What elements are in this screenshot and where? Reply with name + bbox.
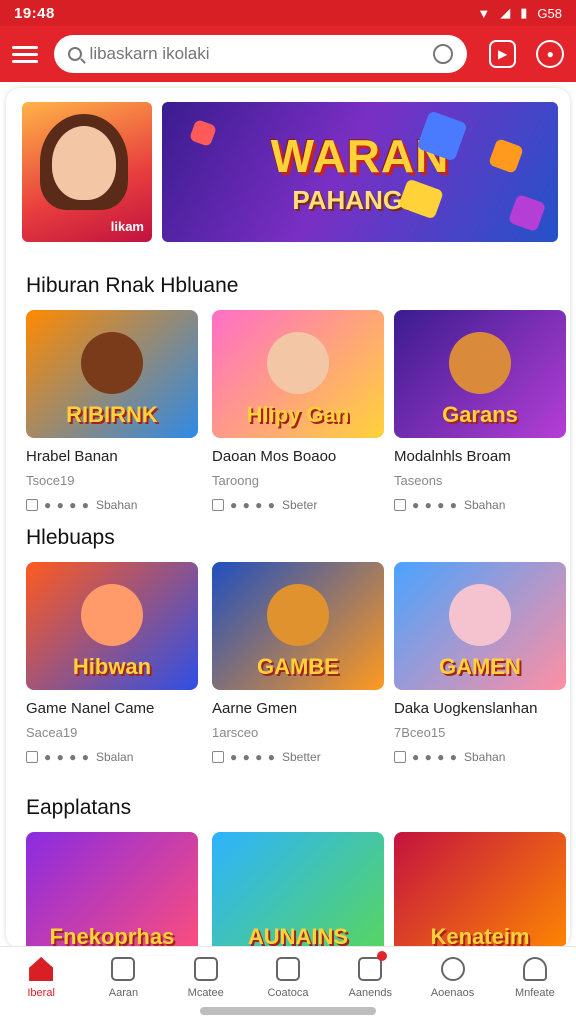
play-icon[interactable]: ▶ [488,40,517,68]
game-meta: ● ● ● ● Sbahan [394,498,566,512]
game-thumbnail: Hlipy Gan [212,310,384,438]
game-meta: ● ● ● ● Sbeter [212,498,384,512]
game-card[interactable]: RIBIRNK Hrabel Banan Tsoce19 ● ● ● ● Sbah… [26,310,198,512]
wifi-icon: ▼ [477,5,491,21]
home-icon [29,957,54,981]
nav-profile[interactable]: Mnfeate [494,947,576,1024]
search-input[interactable] [89,44,433,64]
notification-icon [358,957,383,981]
status-bar: 19:48 ▼ ◢ ▮ G58 [0,0,576,26]
menu-icon[interactable] [12,41,38,67]
check-icon [26,751,38,763]
check-icon [26,499,38,511]
game-thumbnail: Garans [394,310,566,438]
check-icon [394,499,406,511]
game-meta: ● ● ● ● Sbetter [212,750,384,764]
game-thumbnail: GAMEN [394,562,566,690]
game-subtitle: Taseons [394,473,443,488]
search-icon [440,957,465,981]
gamepad-icon[interactable]: ● [536,40,564,68]
section-title: Hlebuaps [26,526,115,549]
featured-tile[interactable]: likam [22,102,152,242]
game-card[interactable]: GAMBE Aarne Gmen 1arsceo ● ● ● ● Sbetter [212,562,384,764]
game-meta: ● ● ● ● Sbahan [26,498,198,512]
search-bar[interactable] [53,35,467,73]
avatar-illustration [52,126,116,200]
section-title: Eapplatans [26,796,132,819]
game-title: Hrabel Banan [26,448,118,465]
heart-icon [193,957,218,981]
home-indicator[interactable] [200,1007,376,1015]
battery-icon: ▮ [520,5,528,20]
game-meta: ● ● ● ● Sbalan [26,750,198,764]
check-icon [212,499,224,511]
nav-store[interactable]: Aaran [82,947,164,1024]
checklist-icon [275,957,300,981]
game-card[interactable]: Hibwan Game Nanel Came Sacea19 ● ● ● ● Sb… [26,562,198,764]
game-card[interactable]: Hlipy Gan Daoan Mos Boaoo Taroong ● ● ● … [212,310,384,512]
game-card[interactable]: Fnekoprhas [26,832,198,948]
game-title: Daka Uogkenslanhan [394,700,538,717]
game-subtitle: 1arsceo [212,725,259,740]
game-subtitle: Taroong [212,473,259,488]
main-content: likam WARAN PAHANGIS Hiburan Rnak Hbluan… [6,88,570,948]
check-icon [212,751,224,763]
game-card[interactable]: AUNAINS [212,832,384,948]
game-subtitle: Tsoce19 [26,473,75,488]
game-card[interactable]: Garans Modalnhls Broam Taseons ● ● ● ● Sb… [394,310,566,512]
game-thumbnail: Kenateim [394,832,566,948]
signal-icon: ◢ [500,5,511,20]
check-icon [394,751,406,763]
notification-badge [377,951,388,961]
profile-icon [522,957,547,981]
featured-tile-label: likam [110,219,144,234]
status-time: 19:48 [14,4,55,22]
game-thumbnail: RIBIRNK [26,310,198,438]
search-icon [67,47,82,61]
game-thumbnail: AUNAINS [212,832,384,948]
game-card[interactable]: GAMEN Daka Uogkenslanhan 7Bceo15 ● ● ● ●… [394,562,566,764]
game-thumbnail: Hibwan [26,562,198,690]
nav-search[interactable]: Aoenaos [411,947,493,1024]
game-subtitle: 7Bceo15 [394,725,446,740]
game-thumbnail: Fnekoprhas [26,832,198,948]
store-icon [111,957,136,981]
game-card[interactable]: Kenateim [394,832,566,948]
game-title: Aarne Gmen [212,700,298,717]
app-bar: ▶ ● [0,26,576,82]
game-title: Game Nanel Came [26,700,155,717]
game-subtitle: Sacea19 [26,725,78,740]
voice-search-icon[interactable] [432,44,453,64]
game-title: Daoan Mos Boaoo [212,448,337,465]
game-thumbnail: GAMBE [212,562,384,690]
game-title: Modalnhls Broam [394,448,511,465]
banner-row: likam WARAN PAHANGIS [22,102,558,242]
nav-home[interactable]: Iberal [0,947,82,1024]
battery-level: G58 [537,5,562,21]
hero-banner[interactable]: WARAN PAHANGIS [162,102,558,242]
game-meta: ● ● ● ● Sbahan [394,750,566,764]
section-title: Hiburan Rnak Hbluane [26,274,239,297]
